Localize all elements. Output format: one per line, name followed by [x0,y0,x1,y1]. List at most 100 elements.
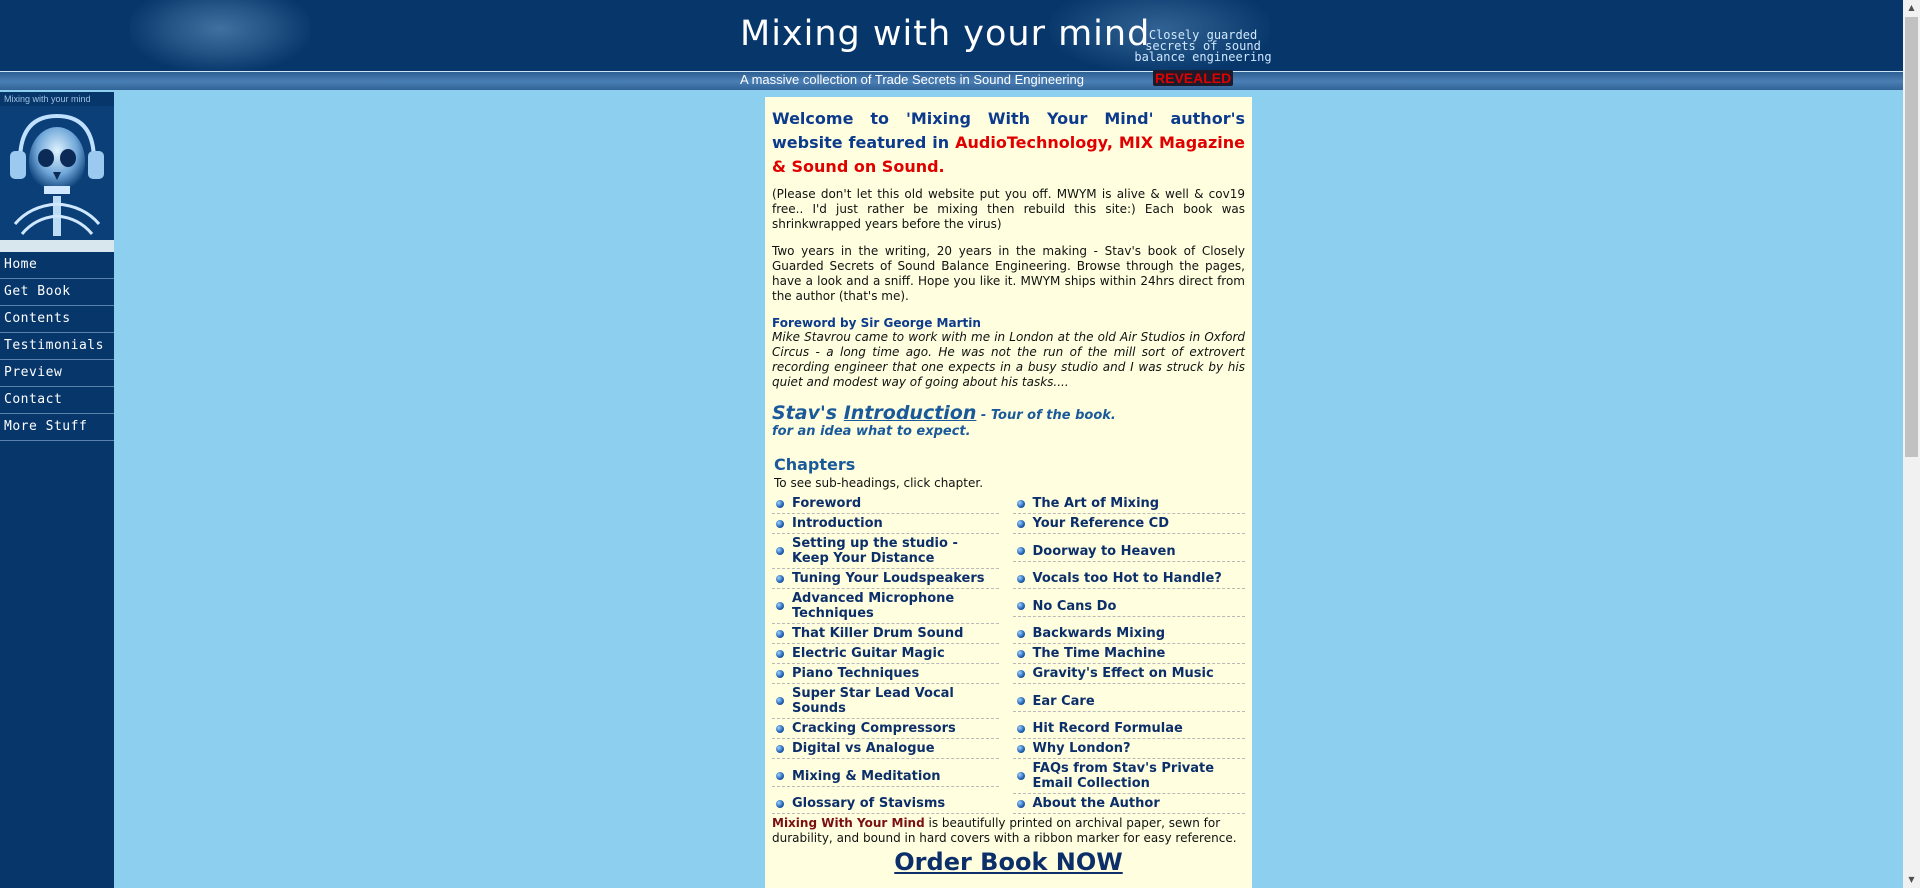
chapters-row: Advanced Microphone Techniques No Cans Do [772,589,1245,624]
bullet-icon [1016,772,1025,780]
revealed-stamp: REVEALED [1153,70,1234,86]
sidebar-item-preview[interactable]: Preview [0,360,114,387]
chapter-link[interactable]: Gravity's Effect on Music [1012,664,1245,684]
chapter-label: Hit Record Formulae [1032,721,1183,736]
chapters-cell: Gravity's Effect on Music [1009,664,1245,684]
chapters-cell: Doorway to Heaven [1009,534,1245,569]
chapter-label: Piano Techniques [792,666,920,681]
chapter-link[interactable]: Setting up the studio - Keep Your Distan… [772,534,999,569]
chapters-cell: Cracking Compressors [772,719,1009,739]
bullet-icon [776,772,784,780]
chapter-label: Tuning Your Loudspeakers [792,571,985,586]
header-face-image-left [130,0,310,72]
chapter-label: Foreword [792,496,862,511]
introduction-line: Stav's Introduction - Tour of the book. [772,402,1245,424]
sidebar-item-contact[interactable]: Contact [0,387,114,414]
chapters-heading: Chapters [774,455,856,474]
chapter-link[interactable]: About the Author [1012,794,1245,814]
bullet-icon [1016,697,1025,705]
chapter-link[interactable]: No Cans Do [1012,597,1245,617]
chapters-note: To see sub-headings, click chapter. [774,476,984,490]
chapters-row: Introduction Your Reference CD [772,514,1245,534]
chapter-label: Electric Guitar Magic [792,646,945,661]
chapter-link[interactable]: The Art of Mixing [1012,494,1245,514]
intro-note-paragraph: (Please don't let this old website put y… [772,187,1245,231]
chapter-label: Vocals too Hot to Handle? [1032,571,1222,586]
chapters-table: Foreword The Art of Mixing Introduction You… [772,494,1245,814]
bullet-icon [776,602,784,610]
chapters-row: Piano Techniques Gravity's Effect on Musi… [772,664,1245,684]
chapter-link[interactable]: Cracking Compressors [772,719,999,739]
chapter-link[interactable]: Your Reference CD [1012,514,1245,534]
chapter-label: FAQs from Stav's Private Email Collectio… [1032,761,1215,791]
chapter-link[interactable]: Foreword [772,494,999,514]
chapters-cell: Introduction [772,514,1009,534]
sidebar-item-more-stuff[interactable]: More Stuff [0,414,114,441]
chapter-link[interactable]: Super Star Lead Vocal Sounds [772,684,999,719]
chapter-label: No Cans Do [1032,598,1117,614]
chapter-link[interactable]: Hit Record Formulae [1012,719,1245,739]
introduction-link[interactable]: Introduction [844,402,977,424]
chapter-label: Digital vs Analogue [792,741,935,756]
chapters-cell: The Art of Mixing [1009,494,1245,514]
bullet-icon [1016,799,1025,808]
chapters-row: Mixing & Meditation FAQs from Stav's Priv… [772,759,1245,794]
bullet-icon [776,574,784,583]
chapter-label: The Time Machine [1032,646,1166,661]
sidebar-item-home[interactable]: Home [0,252,114,279]
scroll-up-arrow-icon[interactable]: ▲ [1903,0,1920,16]
bullet-icon [1016,724,1025,733]
sidebar-item-contents[interactable]: Contents [0,306,114,333]
chapter-link[interactable]: Backwards Mixing [1012,624,1245,644]
chapters-row: Digital vs Analogue Why London? [772,739,1245,759]
chapters-row: Foreword The Art of Mixing [772,494,1245,514]
chapter-label: Ear Care [1032,693,1095,709]
chapters-row: Super Star Lead Vocal Sounds Ear Care [772,684,1245,719]
foreword-quote: Mike Stavrou came to work with me in Lon… [772,330,1245,389]
bullet-icon [1016,547,1025,555]
chapter-label: Glossary of Stavisms [792,796,946,811]
bullet-icon [776,669,784,678]
chapter-label: About the Author [1032,796,1160,811]
bullet-icon [776,724,784,733]
scroll-down-arrow-icon[interactable]: ▼ [1903,872,1920,888]
chapter-link[interactable]: Vocals too Hot to Handle? [1012,569,1245,589]
chapters-cell: Vocals too Hot to Handle? [1009,569,1245,589]
chapters-row: That Killer Drum Sound Backwards Mixing [772,624,1245,644]
sidebar-item-get-book[interactable]: Get Book [0,279,114,306]
vertical-scrollbar[interactable]: ▲ ▼ [1903,0,1920,888]
chapter-link[interactable]: Digital vs Analogue [772,739,999,759]
sidebar-caption: Mixing with your mind [4,94,91,104]
chapter-label: Doorway to Heaven [1032,543,1176,559]
chapter-link[interactable]: Introduction [772,514,999,534]
scrollbar-thumb[interactable] [1905,17,1918,457]
chapter-link[interactable]: Mixing & Meditation [772,767,999,787]
skull-headphones-image [0,106,114,252]
order-book-link[interactable]: Order Book NOW [772,848,1245,876]
chapters-cell: Super Star Lead Vocal Sounds [772,684,1009,719]
chapter-link[interactable]: Piano Techniques [772,664,999,684]
chapter-link[interactable]: Glossary of Stavisms [772,794,999,814]
chapter-link[interactable]: Why London? [1012,739,1245,759]
book-description-paragraph: Two years in the writing, 20 years in th… [772,244,1245,303]
chapter-label: Gravity's Effect on Music [1032,666,1214,681]
chapter-link[interactable]: Doorway to Heaven [1012,542,1245,562]
chapter-link[interactable]: The Time Machine [1012,644,1245,664]
chapters-cell: Backwards Mixing [1009,624,1245,644]
bullet-icon [776,744,784,753]
chapter-link[interactable]: Tuning Your Loudspeakers [772,569,999,589]
chapter-link[interactable]: That Killer Drum Sound [772,624,999,644]
sidebar-item-testimonials[interactable]: Testimonials [0,333,114,360]
chapters-cell: No Cans Do [1009,589,1245,624]
chapter-link[interactable]: FAQs from Stav's Private Email Collectio… [1012,759,1245,794]
chapters-cell: Mixing & Meditation [772,759,1009,794]
chapter-link[interactable]: Electric Guitar Magic [772,644,999,664]
chapters-cell: About the Author [1009,794,1245,814]
chapter-label: Mixing & Meditation [792,768,941,784]
chapter-link[interactable]: Advanced Microphone Techniques [772,589,999,624]
chapter-label: Backwards Mixing [1032,626,1166,641]
sidebar-nav: Home Get Book Contents Testimonials Prev… [0,252,114,441]
chapter-link[interactable]: Ear Care [1012,692,1245,712]
intro-subtitle: for an idea what to expect. [772,424,971,439]
intro-suffix: - Tour of the book. [976,408,1116,423]
